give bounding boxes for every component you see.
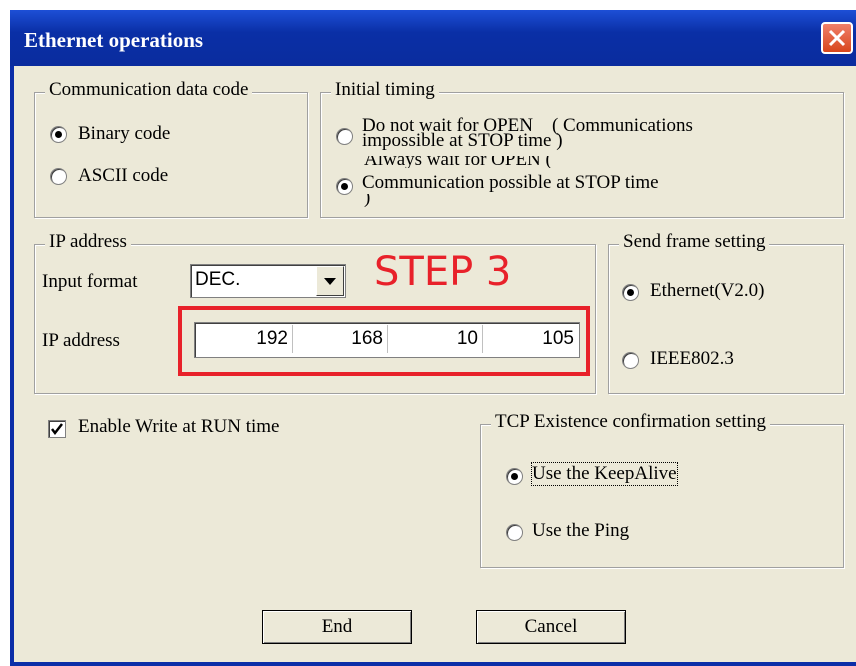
binary-code-label[interactable]: Binary code	[78, 123, 170, 145]
no-wait-open-radio[interactable]	[336, 128, 353, 145]
ip-address-label: IP address	[42, 330, 120, 351]
ip-octet-3[interactable]: 10	[389, 325, 483, 353]
ip-octet-2[interactable]: 168	[294, 325, 388, 353]
close-icon	[828, 29, 846, 47]
ieee8023-radio[interactable]	[622, 352, 639, 369]
always-wait-open-line2[interactable]: )	[364, 194, 370, 208]
always-wait-open-radio[interactable]	[336, 178, 353, 195]
no-wait-open-line2[interactable]: impossible at STOP time )	[362, 130, 563, 152]
keepalive-label[interactable]: Use the KeepAlive	[531, 462, 678, 486]
tcp-existence-legend: TCP Existence confirmation setting	[491, 411, 771, 433]
close-button[interactable]	[821, 22, 853, 54]
ip-address-field[interactable]: 192 168 10 105	[194, 322, 580, 358]
initial-timing-legend: Initial timing	[331, 79, 439, 101]
comm-code-legend: Communication data code	[45, 79, 253, 101]
cancel-button[interactable]: Cancel	[476, 610, 626, 644]
ethernet-v2-radio[interactable]	[622, 284, 639, 301]
input-format-label: Input format	[42, 271, 138, 292]
keepalive-radio[interactable]	[506, 468, 523, 485]
ip-octet-4[interactable]: 105	[484, 325, 578, 353]
window-title: Ethernet operations	[24, 28, 204, 52]
input-format-select[interactable]: DEC.	[190, 264, 346, 298]
always-wait-open-line1[interactable]: Communication possible at STOP time	[362, 172, 659, 194]
checkmark-icon	[51, 423, 63, 436]
chevron-down-icon	[324, 278, 336, 285]
send-frame-group: Send frame setting	[608, 231, 844, 394]
dialog-client: Communication data code Binary code ASCI…	[14, 66, 856, 662]
input-format-value: DEC.	[195, 269, 241, 290]
dropdown-button[interactable]	[316, 266, 344, 296]
enable-write-label[interactable]: Enable Write at RUN time	[78, 416, 280, 438]
ascii-code-label[interactable]: ASCII code	[78, 165, 168, 187]
ping-label[interactable]: Use the Ping	[532, 520, 629, 542]
enable-write-checkbox[interactable]	[48, 420, 66, 438]
ping-radio[interactable]	[506, 524, 523, 541]
ip-octet-1[interactable]: 192	[199, 325, 293, 353]
end-button[interactable]: End	[262, 610, 412, 644]
tcp-existence-group: TCP Existence confirmation setting	[480, 411, 844, 568]
ip-address-legend: IP address	[45, 231, 131, 253]
always-wait-open-line0[interactable]: Always wait for OPEN (	[364, 156, 552, 168]
send-frame-legend: Send frame setting	[619, 231, 770, 253]
dialog-window: Ethernet operations Communication data c…	[10, 10, 856, 666]
title-bar[interactable]: Ethernet operations	[10, 10, 856, 66]
step-annotation: STEP 3	[374, 249, 512, 295]
ethernet-v2-label[interactable]: Ethernet(V2.0)	[650, 280, 764, 302]
comm-code-group: Communication data code	[34, 79, 308, 218]
ieee8023-label[interactable]: IEEE802.3	[650, 348, 734, 370]
binary-code-radio[interactable]	[50, 126, 67, 143]
ascii-code-radio[interactable]	[50, 168, 67, 185]
